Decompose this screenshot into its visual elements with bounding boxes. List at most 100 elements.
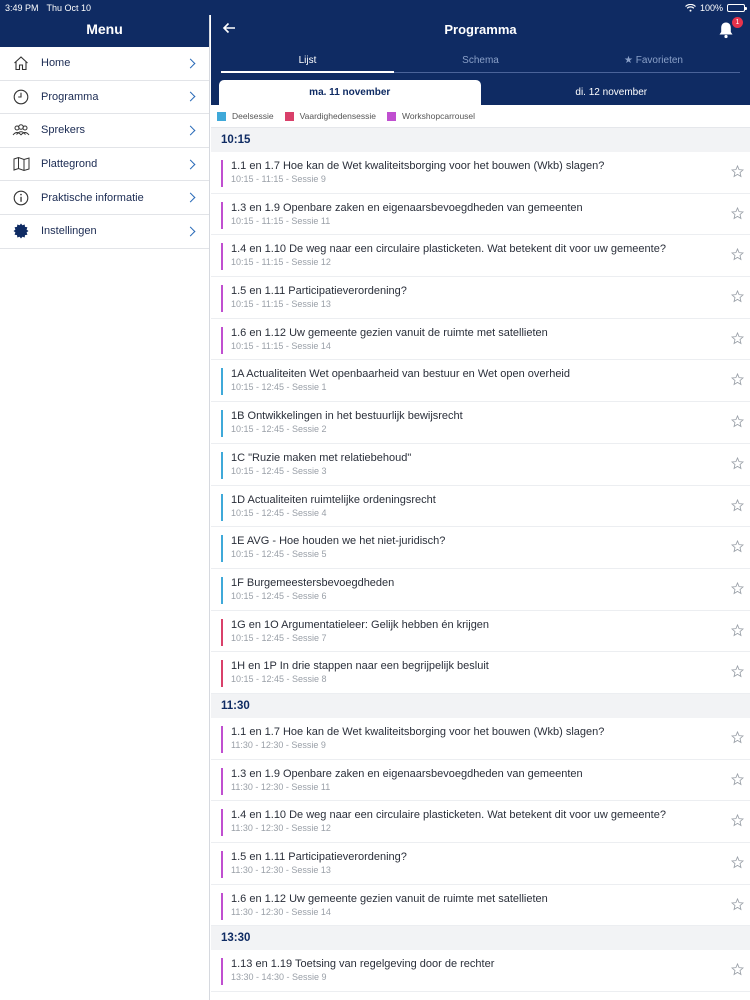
tab-lijst[interactable]: Lijst [221,51,394,73]
session-row[interactable]: 1B Ontwikkelingen in het bestuurlijk bew… [211,402,750,444]
session-row[interactable]: 1G en 1O Argumentatieleer: Gelijk hebben… [211,610,750,653]
star-icon[interactable] [731,730,744,744]
star-icon[interactable] [731,331,744,345]
session-title: 1.6 en 1.12 Uw gemeente gezien vanuit de… [231,892,548,905]
session-title: 1.6 en 1.12 Uw gemeente gezien vanuit de… [231,326,548,339]
sidebar-item-label: Sprekers [41,124,86,137]
chevron-right-icon [185,58,196,69]
session-row[interactable]: 1.3 en 1.9 Openbare zaken en eigenaarsbe… [211,193,750,236]
notification-bell-icon[interactable]: 1 [718,17,743,41]
session-row[interactable]: 1.4 en 1.10 De weg naar een circulaire p… [211,801,750,843]
tab-schema[interactable]: Schema [394,51,567,73]
session-title: 1C "Ruzie maken met relatiebehoud" [231,451,412,464]
session-time: 11:30 - 12:30 - Sessie 13 [231,865,331,875]
sidebar-item-label: Plattegrond [41,158,98,171]
session-type-bar [221,576,223,604]
time-section-header: 10:15 [211,128,750,152]
sidebar-item-label: Home [41,57,71,70]
session-title: 1E AVG - Hoe houden we het niet-juridisc… [231,535,446,548]
legend-item: Workshopcarrousel [386,111,476,121]
page-title: Programma [444,22,517,37]
session-type-bar [221,368,223,396]
session-type-bar [221,326,223,354]
people-icon [12,121,30,139]
legend-swatch [386,111,396,121]
session-row[interactable]: 1.5 en 1.11 Participatieverordening? 11:3… [211,843,750,885]
session-row[interactable]: 1.1 en 1.7 Hoe kan de Wet kwaliteitsborg… [211,152,750,194]
star-icon[interactable] [731,415,744,428]
notification-badge: 1 [732,17,743,28]
star-icon[interactable] [731,456,744,470]
session-time: 10:15 - 12:45 - Sessie 6 [231,590,327,601]
session-time: 11:30 - 12:30 - Sessie 9 [231,739,326,750]
sidebar-item-label: Instellingen [41,225,97,238]
wifi-icon [685,3,696,12]
star-icon[interactable] [731,581,744,595]
program-list: 10:15 1.1 en 1.7 Hoe kan de Wet kwaliteit… [211,128,750,993]
star-icon[interactable] [731,963,744,976]
session-row[interactable]: 1E AVG - Hoe houden we het niet-juridisc… [211,527,750,569]
status-time: 3:49 PM [5,2,39,13]
session-row[interactable]: 1.6 en 1.12 Uw gemeente gezien vanuit de… [211,318,750,361]
star-icon[interactable] [731,772,744,786]
legend-swatch [284,111,294,121]
session-row[interactable]: 1.5 en 1.11 Participatieverordening? 10:1… [211,277,750,319]
session-row[interactable]: 1D Actualiteiten ruimtelijke ordeningsre… [211,485,750,528]
sidebar-item-plattegrond[interactable]: Plattegrond [0,148,209,182]
session-time: 10:15 - 11:15 - Sessie 11 [231,215,331,226]
session-row[interactable]: 1.1 en 1.7 Hoe kan de Wet kwaliteitsborg… [211,717,750,760]
session-title: 1.4 en 1.10 De weg naar een circulaire p… [231,243,666,256]
session-title: 1.5 en 1.11 Participatieverordening? [231,285,407,298]
session-type-bar [221,725,223,753]
sidebar-item-label: Programma [41,90,99,103]
session-row[interactable]: 1H en 1P In drie stappen naar een begrij… [211,652,750,694]
session-time: 11:30 - 12:30 - Sessie 14 [231,906,331,917]
chevron-right-icon [185,91,196,102]
session-row[interactable]: 1.4 en 1.10 De weg naar een circulaire p… [211,235,750,278]
session-row[interactable]: 1.6 en 1.12 Uw gemeente gezien vanuit de… [211,884,750,927]
time-section-header: 13:30 [211,926,750,951]
battery-percentage: 100% [699,2,723,13]
date-tab-day1[interactable]: ma. 11 november [219,80,481,105]
star-icon[interactable] [731,540,744,553]
sidebar-item-sprekers[interactable]: Sprekers [0,114,209,148]
session-time: 11:30 - 12:30 - Sessie 11 [231,781,331,792]
star-icon[interactable] [731,290,744,303]
session-type-bar [221,535,223,563]
sidebar-item-home[interactable]: Home [0,47,209,81]
session-row[interactable]: 1C "Ruzie maken met relatiebehoud" 10:15 … [211,443,750,486]
session-title: 1.5 en 1.11 Participatieverordening? [231,851,407,863]
star-icon[interactable] [731,498,744,512]
session-time: 10:15 - 12:45 - Sessie 5 [231,549,327,560]
sidebar-item-programma[interactable]: Programma [0,81,209,115]
session-time: 11:30 - 12:30 - Sessie 12 [231,823,331,834]
sidebar-item-praktische-informatie[interactable]: Praktische informatie [0,181,209,215]
date-tab-day2[interactable]: di. 12 november [481,80,743,105]
star-icon[interactable] [731,814,744,827]
home-icon [12,54,30,72]
star-icon[interactable] [731,206,744,220]
session-title: 1B Ontwikkelingen in het bestuurlijk bew… [231,410,463,423]
session-row[interactable]: 1F Burgemeestersbevoegdheden 10:15 - 12:4… [211,568,750,611]
top-bar: Programma 1 Lijst Schema ★ Favorieten ma… [211,0,750,105]
session-type-bar [221,493,223,521]
tab-favorieten[interactable]: ★ Favorieten [567,51,740,73]
legend-label: Workshopcarrousel [401,111,476,121]
star-icon[interactable] [731,623,744,637]
session-row[interactable]: 1.3 en 1.9 Openbare zaken en eigenaarsbe… [211,759,750,802]
session-row[interactable]: 1.13 en 1.19 Toetsing van regelgeving do… [211,950,750,993]
star-icon[interactable] [731,248,744,261]
sidebar-item-instellingen[interactable]: Instellingen [0,215,209,249]
star-icon[interactable] [731,373,744,386]
chevron-right-icon [185,192,196,203]
legend-item: Deelsessie [217,111,274,121]
star-icon[interactable] [731,897,744,911]
session-time: 10:15 - 11:15 - Sessie 12 [231,257,331,268]
star-icon[interactable] [731,856,744,869]
star-icon[interactable] [731,665,744,678]
legend-item: Vaardighedensessie [284,111,376,121]
session-row[interactable]: 1A Actualiteiten Wet openbaarheid van be… [211,360,750,403]
star-icon[interactable] [731,165,744,178]
legend-label: Deelsessie [232,111,274,121]
session-title: 1A Actualiteiten Wet openbaarheid van be… [231,368,570,381]
